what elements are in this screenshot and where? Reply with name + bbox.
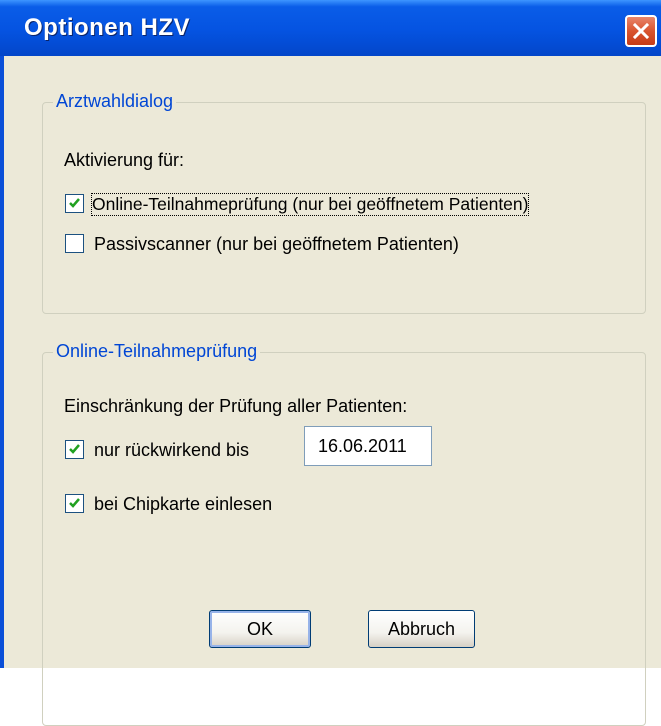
close-button[interactable] (625, 15, 657, 47)
online-check-label[interactable]: Online-Teilnahmeprüfung (nur bei geöffne… (90, 193, 530, 216)
online-check-checkbox[interactable] (65, 194, 84, 213)
checkmark-icon (69, 498, 80, 508)
passive-scanner-checkbox[interactable] (65, 234, 84, 253)
window-title: Optionen HZV (24, 14, 190, 41)
options-dialog: Optionen HZV Arztwahldialog Aktivierung … (0, 0, 661, 726)
online-legend: Online-Teilnahmeprüfung (53, 341, 261, 362)
retroactive-date-input[interactable] (304, 426, 432, 466)
cancel-button[interactable]: Abbruch (368, 610, 475, 648)
checkmark-icon (69, 444, 80, 454)
passive-scanner-label[interactable]: Passivscanner (nur bei geöffnetem Patien… (94, 234, 459, 255)
close-icon (632, 22, 650, 40)
arztwahl-legend: Arztwahldialog (53, 91, 177, 112)
chipcard-label[interactable]: bei Chipkarte einlesen (94, 494, 272, 515)
checkmark-icon (69, 198, 80, 208)
activation-label: Aktivierung für: (64, 150, 185, 170)
ok-button[interactable]: OK (209, 610, 311, 648)
retroactive-label[interactable]: nur rückwirkend bis (94, 440, 249, 461)
restriction-label: Einschränkung der Prüfung aller Patiente… (64, 396, 408, 416)
retroactive-checkbox[interactable] (65, 440, 84, 459)
title-bar[interactable]: Optionen HZV (0, 0, 661, 56)
chipcard-checkbox[interactable] (65, 494, 84, 513)
